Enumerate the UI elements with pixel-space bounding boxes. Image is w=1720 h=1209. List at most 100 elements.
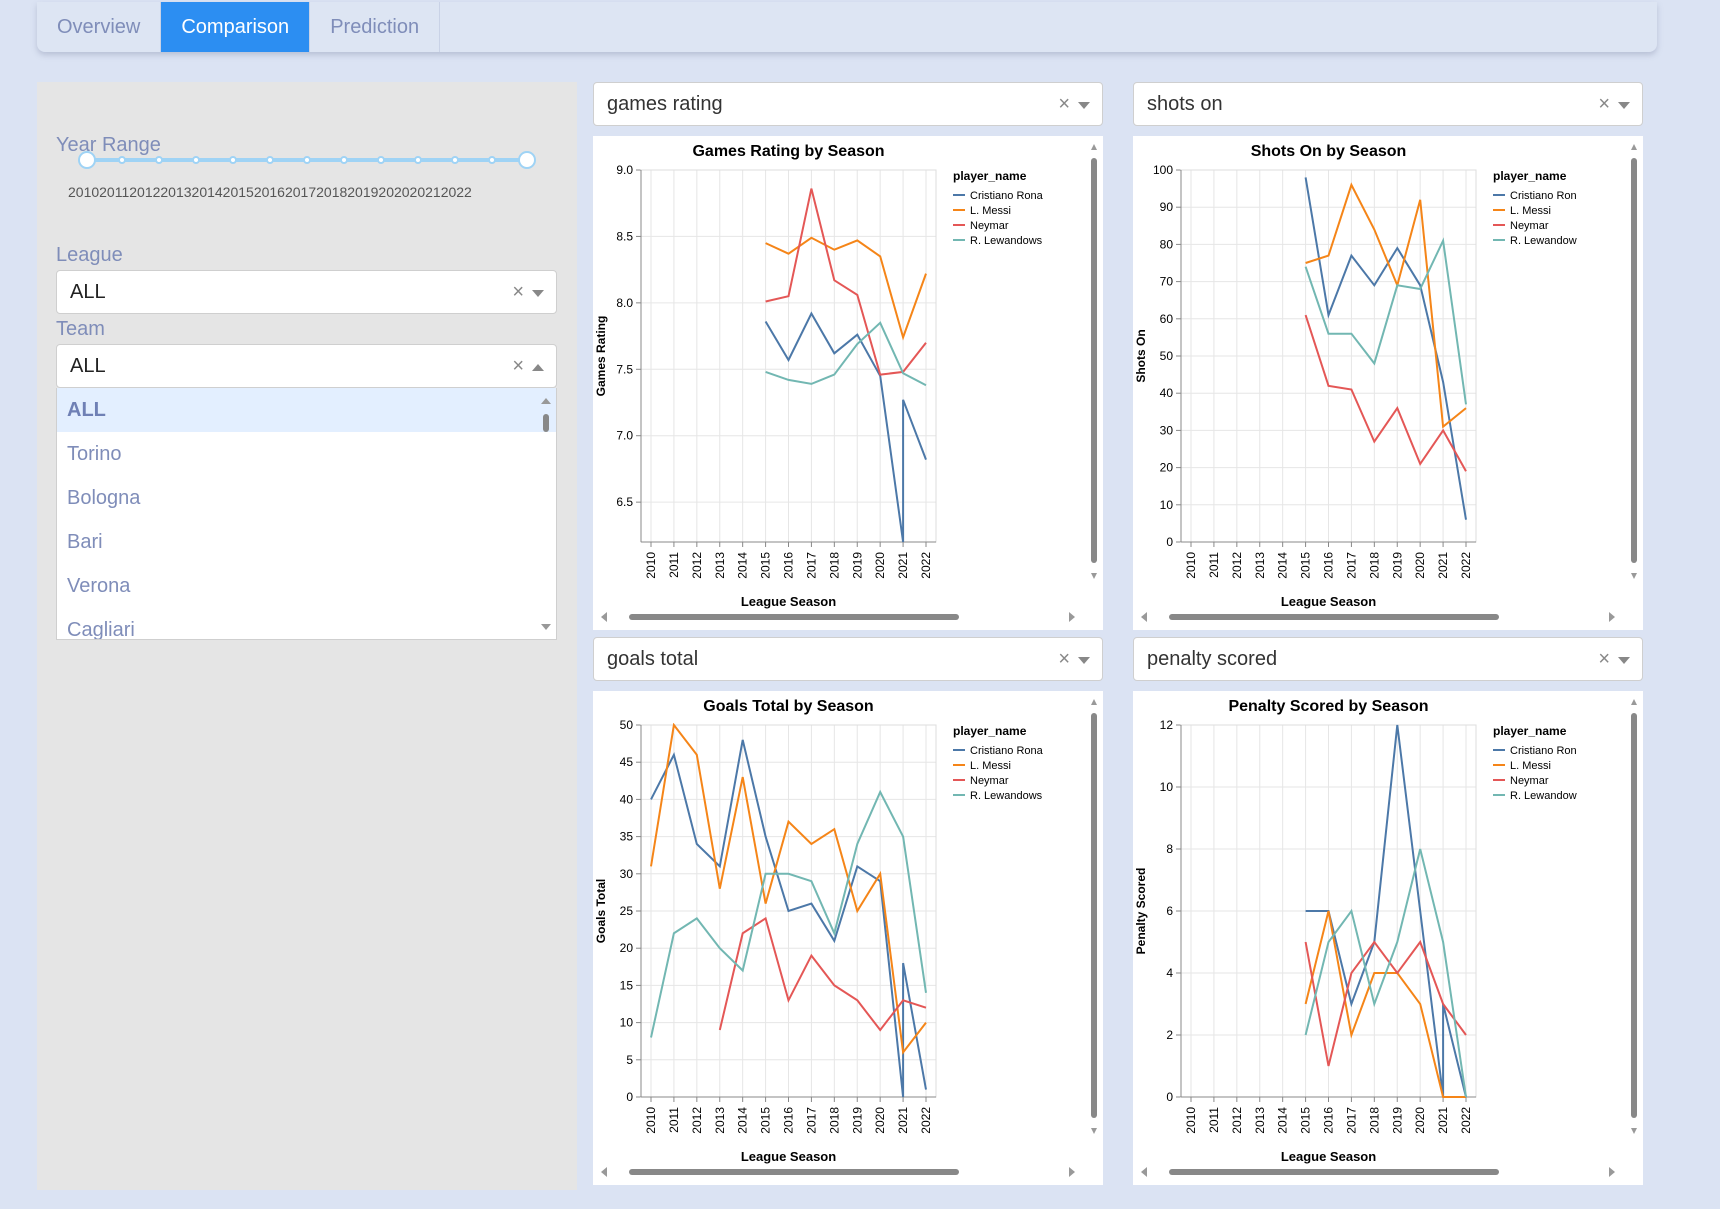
scroll-up-arrow-icon[interactable] [1631,144,1637,150]
x-tick-label: 2019 [1390,552,1404,579]
scroll-left-arrow-icon[interactable] [601,612,607,622]
legend-entry[interactable]: Cristiano Ron [1510,190,1577,202]
horizontal-scrollbar-thumb[interactable] [629,614,959,620]
legend-entry[interactable]: R. Lewandow [1510,790,1577,802]
y-tick-label: 70 [1160,275,1174,289]
horizontal-scrollbar-thumb[interactable] [1169,614,1499,620]
team-option-bari[interactable]: Bari [57,520,556,564]
scroll-left-arrow-icon[interactable] [1141,1167,1147,1177]
y-tick-label: 0 [1166,1090,1173,1104]
y-tick-label: 80 [1160,237,1174,251]
legend-entry[interactable]: Cristiano Rona [970,745,1044,757]
scroll-down-arrow-icon[interactable] [541,624,551,630]
series-line-neymar[interactable] [765,188,927,376]
chevron-up-icon[interactable] [532,364,544,371]
metric-select[interactable]: goals total × [593,637,1103,681]
x-tick-label: 2012 [1230,1107,1244,1134]
legend-entry[interactable]: Neymar [1510,775,1549,787]
dropdown-scrollbar[interactable] [536,388,556,640]
x-axis-label: League Season [1281,594,1376,609]
y-tick-label: 50 [1160,349,1174,363]
horizontal-scrollbar-thumb[interactable] [629,1169,959,1175]
team-option-verona[interactable]: Verona [57,564,556,608]
chevron-down-icon[interactable] [1078,657,1090,664]
series-line-cristiano-ronaldo[interactable] [764,311,927,543]
legend-entry[interactable]: R. Lewandows [970,790,1043,802]
team-option-bologna[interactable]: Bologna [57,476,556,520]
scroll-down-arrow-icon[interactable] [1631,1128,1637,1134]
scroll-right-arrow-icon[interactable] [1609,612,1615,622]
scroll-down-arrow-icon[interactable] [1091,1128,1097,1134]
vertical-scrollbar-thumb[interactable] [1631,158,1637,563]
x-tick-label: 2018 [827,552,841,579]
scroll-up-arrow-icon[interactable] [1091,144,1097,150]
chart-title: Shots On by Season [1251,143,1407,160]
tab-comparison[interactable]: Comparison [161,2,311,52]
year-range-start-handle[interactable] [78,151,96,169]
scroll-right-arrow-icon[interactable] [1069,1167,1075,1177]
chevron-down-icon[interactable] [1618,657,1630,664]
scroll-up-arrow-icon[interactable] [1631,699,1637,705]
legend-entry[interactable]: L. Messi [970,205,1011,217]
league-select[interactable]: ALL × [56,270,557,314]
scroll-up-arrow-icon[interactable] [541,398,551,404]
x-tick-label: 2022 [1459,552,1473,579]
legend-entry[interactable]: Cristiano Rona [970,190,1044,202]
y-tick-label: 40 [1160,386,1174,400]
legend-title: player_name [1493,169,1567,183]
vertical-scrollbar-thumb[interactable] [1091,158,1097,563]
tab-overview[interactable]: Overview [37,2,162,52]
legend-entry[interactable]: Neymar [1510,220,1549,232]
year-range-end-handle[interactable] [518,151,536,169]
x-tick-label: 2010 [644,552,658,579]
scrollbar-thumb[interactable] [543,414,549,432]
scroll-up-arrow-icon[interactable] [1091,699,1097,705]
metric-select[interactable]: penalty scored × [1133,637,1643,681]
legend-entry[interactable]: Cristiano Ron [1510,745,1577,757]
vertical-scrollbar-thumb[interactable] [1631,713,1637,1118]
chevron-down-icon[interactable] [1618,102,1630,109]
chevron-down-icon[interactable] [1078,102,1090,109]
legend-entry[interactable]: L. Messi [1510,205,1551,217]
scroll-right-arrow-icon[interactable] [1609,1167,1615,1177]
legend-entry[interactable]: Neymar [970,220,1009,232]
clear-icon[interactable]: × [1058,648,1070,671]
series-line-neymar[interactable] [1304,939,1467,1067]
clear-icon[interactable]: × [1598,93,1610,116]
scroll-down-arrow-icon[interactable] [1631,573,1637,579]
series-line-cristiano-ronaldo[interactable] [1304,177,1467,520]
scroll-down-arrow-icon[interactable] [1091,573,1097,579]
metric-select[interactable]: shots on × [1133,82,1643,126]
y-tick-label: 10 [1160,498,1174,512]
x-tick-label: 2013 [713,1107,727,1134]
legend-entry[interactable]: L. Messi [1510,760,1551,772]
clear-icon[interactable]: × [512,355,524,378]
y-tick-label: 15 [620,978,634,992]
legend-entry[interactable]: R. Lewandow [1510,235,1577,247]
x-tick-label: 2013 [1253,552,1267,579]
x-tick-label: 2020 [1413,1107,1427,1134]
team-option-torino[interactable]: Torino [57,432,556,476]
y-tick-label: 45 [620,755,634,769]
series-line-l-messi[interactable] [1305,182,1467,429]
horizontal-scrollbar-thumb[interactable] [1169,1169,1499,1175]
x-tick-label: 2019 [1390,1107,1404,1134]
clear-icon[interactable]: × [1598,648,1610,671]
legend-entry[interactable]: Neymar [970,775,1009,787]
team-option-cagliari[interactable]: Cagliari [57,608,556,640]
team-select[interactable]: ALL × [56,344,557,388]
clear-icon[interactable]: × [1058,93,1070,116]
slider-mark [303,156,311,164]
clear-icon[interactable]: × [512,281,524,304]
scroll-left-arrow-icon[interactable] [1141,612,1147,622]
tab-prediction[interactable]: Prediction [310,2,441,52]
legend-entry[interactable]: L. Messi [970,760,1011,772]
scroll-left-arrow-icon[interactable] [601,1167,607,1177]
team-option-all[interactable]: ALL [57,388,556,432]
vertical-scrollbar-thumb[interactable] [1091,713,1097,1118]
legend-entry[interactable]: R. Lewandows [970,235,1043,247]
metric-select[interactable]: games rating × [593,82,1103,126]
x-tick-label: 2018 [1367,1107,1381,1134]
chevron-down-icon[interactable] [532,290,544,297]
scroll-right-arrow-icon[interactable] [1069,612,1075,622]
